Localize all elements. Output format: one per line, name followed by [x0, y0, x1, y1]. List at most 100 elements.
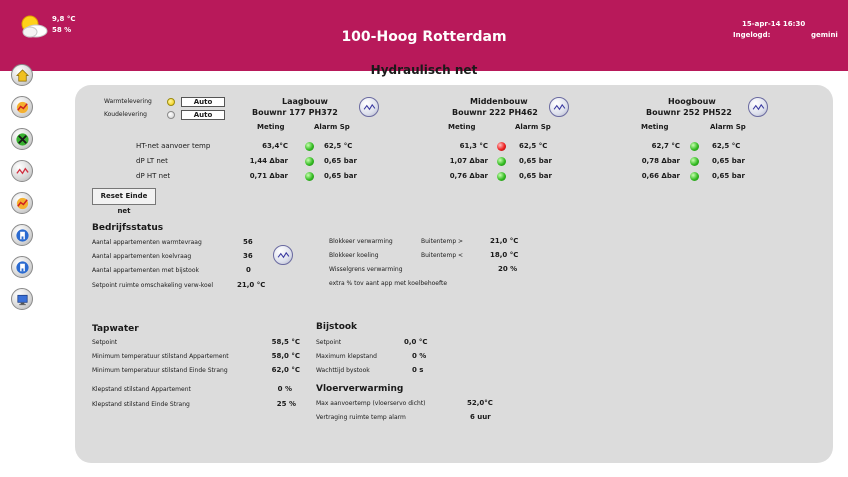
trend-icon — [752, 103, 764, 110]
bijstook-label-max-klepstand: Maximum klepstand — [316, 353, 377, 360]
sidebar-chart2-button[interactable] — [11, 192, 33, 214]
status-led-middenbouw-dplt — [497, 157, 506, 166]
sidebar-tools-button[interactable] — [11, 128, 33, 150]
bijstook-label-setpoint: Setpoint — [316, 339, 342, 346]
bedrijfsstatus-label-warmtevraag: Aantal appartementen warmtevraag — [92, 239, 202, 246]
section-title-middenbouw: Middenbouw — [470, 97, 528, 106]
sidebar-chart-button[interactable] — [11, 96, 33, 118]
value-laagbouw-dplt: 1,44 Δbar — [249, 157, 288, 165]
value-middenbouw-dpht: 0,76 Δbar — [449, 172, 488, 180]
blokkeer-koeling-label: Blokkeer koeling — [329, 252, 379, 259]
col-alarm-middenbouw: Alarm Sp — [515, 123, 551, 131]
tapwater-value-klep-einde-strang: 25 % — [276, 400, 296, 408]
tapwater-value-klep-appartement: 0 % — [277, 385, 292, 393]
bedrijfsstatus-label-koelvraag: Aantal appartementen koelvraag — [92, 253, 192, 260]
building-icon — [15, 260, 29, 274]
col-alarm-laagbouw: Alarm Sp — [314, 123, 350, 131]
col-meting-middenbouw: Meting — [448, 123, 476, 131]
bijstook-value-wachttijd: 0 s — [412, 366, 424, 374]
value-middenbouw-dplt: 1,07 Δbar — [449, 157, 488, 165]
status-led-middenbouw-ht — [497, 142, 506, 151]
sidebar-monitor-button[interactable] — [11, 288, 33, 310]
alarm-hoogbouw-dpht: 0,65 bar — [712, 172, 745, 180]
warmtelevering-label: Warmtelevering — [104, 98, 152, 105]
value-hoogbouw-ht: 62,7 °C — [651, 142, 680, 150]
wisselgrens-label: Wisselgrens verwarming — [329, 266, 403, 273]
wisselgrens-value: 20 % — [498, 265, 518, 273]
chart-icon — [16, 197, 28, 209]
chart-icon — [16, 101, 28, 113]
bedrijfsstatus-value-bijstook: 0 — [246, 266, 251, 274]
alarm-laagbouw-dpht: 0,65 bar — [324, 172, 357, 180]
bedrijfsstatus-value-setpoint: 21,0 °C — [237, 281, 266, 289]
col-meting-laagbouw: Meting — [257, 123, 285, 131]
vloerverwarming-value-max-aanvoer: 52,0°C — [467, 399, 493, 407]
trend-icon — [15, 167, 29, 175]
bedrijfsstatus-value-koelvraag: 36 — [243, 252, 253, 260]
trend-icon — [363, 103, 375, 110]
trend-button-bedrijfsstatus[interactable] — [273, 245, 293, 265]
section-title-laagbouw: Laagbouw — [282, 97, 328, 106]
reset-einde-net-button[interactable]: Reset Einde net — [92, 188, 156, 215]
tapwater-label-min-appartement: Minimum temperatuur stilstand Appartemen… — [92, 353, 229, 360]
value-laagbouw-ht: 63,4°C — [262, 142, 288, 150]
building-icon — [15, 228, 29, 242]
header-bar: 9,8 °C 58 % 100-Hoog Rotterdam 15-apr-14… — [0, 0, 848, 71]
sidebar-trend-button[interactable] — [11, 160, 33, 182]
blokkeer-koeling-sub: Buitentemp < — [421, 252, 464, 259]
status-led-hoogbouw-dpht — [690, 172, 699, 181]
alarm-middenbouw-dplt: 0,65 bar — [519, 157, 552, 165]
trend-button-laagbouw[interactable] — [359, 97, 379, 117]
tapwater-label-klep-appartement: Klepstand stilstand Appartement — [92, 386, 191, 393]
section-unit-hoogbouw: Bouwnr 252 PH522 — [646, 108, 732, 117]
vloerverwarming-value-vertraging: 6 uur — [470, 413, 491, 421]
row-label-dp-ht: dP HT net — [136, 172, 171, 180]
section-unit-middenbouw: Bouwnr 222 PH462 — [452, 108, 538, 117]
alarm-laagbouw-ht: 62,5 °C — [324, 142, 353, 150]
tapwater-label-min-einde-strang: Minimum temperatuur stilstand Einde Stra… — [92, 367, 228, 374]
datetime: 15-apr-14 16:30 — [742, 20, 806, 28]
koudelevering-label: Koudelevering — [104, 111, 147, 118]
status-led-hoogbouw-dplt — [690, 157, 699, 166]
tapwater-value-min-appartement: 58,0 °C — [271, 352, 300, 360]
tapwater-value-min-einde-strang: 62,0 °C — [271, 366, 300, 374]
status-led-laagbouw-dplt — [305, 157, 314, 166]
tapwater-value-setpoint: 58,5 °C — [271, 338, 300, 346]
col-alarm-hoogbouw: Alarm Sp — [710, 123, 746, 131]
warmte-mode-button[interactable]: Auto — [181, 97, 225, 107]
row-label-ht-temp: HT-net aanvoer temp — [136, 142, 211, 150]
koude-indicator — [167, 111, 175, 119]
alarm-hoogbouw-ht: 62,5 °C — [712, 142, 741, 150]
trend-button-hoogbouw[interactable] — [748, 97, 768, 117]
tools-icon — [15, 132, 29, 146]
warmte-indicator — [167, 98, 175, 106]
alarm-laagbouw-dplt: 0,65 bar — [324, 157, 357, 165]
sidebar-building-button[interactable] — [11, 224, 33, 246]
status-led-hoogbouw-ht — [690, 142, 699, 151]
status-led-laagbouw-dpht — [305, 172, 314, 181]
trend-icon — [553, 103, 565, 110]
alarm-middenbouw-ht: 62,5 °C — [519, 142, 548, 150]
value-hoogbouw-dplt: 0,78 Δbar — [641, 157, 680, 165]
koude-mode-button[interactable]: Auto — [181, 110, 225, 120]
bijstook-label-wachttijd: Wachttijd bystook — [316, 367, 370, 374]
col-meting-hoogbouw: Meting — [641, 123, 669, 131]
blokkeer-verwarming-value: 21,0 °C — [490, 237, 519, 245]
trend-icon — [277, 251, 289, 258]
page-title: Hydraulisch net — [370, 63, 478, 77]
bedrijfsstatus-value-warmtevraag: 56 — [243, 238, 253, 246]
tapwater-label-setpoint: Setpoint — [92, 339, 118, 346]
bedrijfsstatus-title: Bedrijfsstatus — [92, 223, 164, 233]
alarm-middenbouw-dpht: 0,65 bar — [519, 172, 552, 180]
status-led-middenbouw-dpht — [497, 172, 506, 181]
status-led-laagbouw-ht — [305, 142, 314, 151]
value-middenbouw-ht: 61,3 °C — [459, 142, 488, 150]
app-title: 100-Hoog Rotterdam — [341, 29, 507, 45]
sidebar-building2-button[interactable] — [11, 256, 33, 278]
blokkeer-verwarming-label: Blokkeer verwarming — [329, 238, 393, 245]
trend-button-middenbouw[interactable] — [549, 97, 569, 117]
bijstook-value-max-klepstand: 0 % — [412, 352, 427, 360]
tapwater-label-klep-einde-strang: Klepstand stilstand Einde Strang — [92, 401, 190, 408]
section-title-hoogbouw: Hoogbouw — [668, 97, 716, 106]
bedrijfsstatus-label-setpoint: Setpoint ruimte omschakeling verw-koel — [92, 282, 214, 289]
